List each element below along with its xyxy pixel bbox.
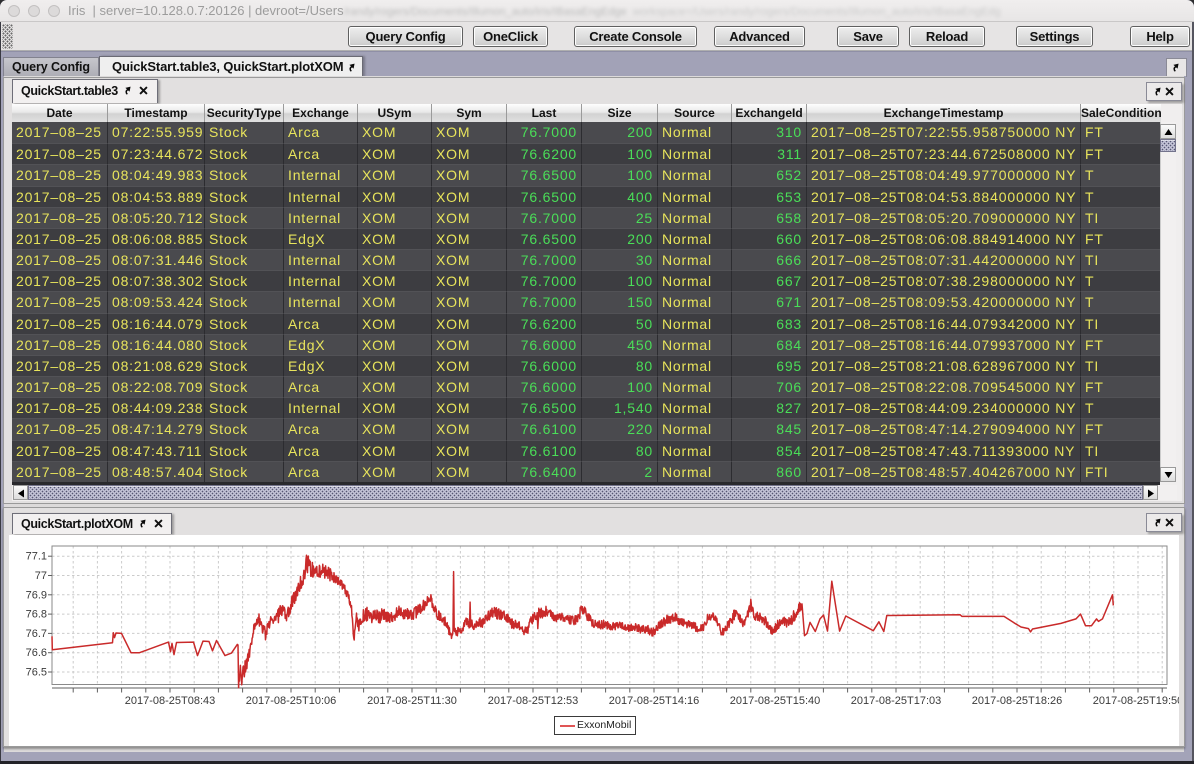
svg-text:2017-08-25T11:30: 2017-08-25T11:30: [367, 695, 457, 707]
svg-text:76.8: 76.8: [26, 609, 47, 621]
svg-text:77.1: 77.1: [26, 551, 47, 563]
svg-text:2017-08-25T19:50: 2017-08-25T19:50: [1093, 695, 1179, 707]
svg-text:2017-08-25T08:43: 2017-08-25T08:43: [125, 695, 216, 707]
svg-text:2017-08-25T10:06: 2017-08-25T10:06: [246, 695, 337, 707]
svg-text:76.9: 76.9: [26, 589, 47, 601]
svg-text:2017-08-25T18:26: 2017-08-25T18:26: [972, 695, 1063, 707]
svg-text:2017-08-25T17:03: 2017-08-25T17:03: [851, 695, 942, 707]
svg-text:2017-08-25T15:40: 2017-08-25T15:40: [730, 695, 821, 707]
svg-text:77: 77: [35, 570, 47, 582]
svg-text:76.5: 76.5: [26, 667, 47, 679]
svg-text:2017-08-25T12:53: 2017-08-25T12:53: [488, 695, 579, 707]
svg-text:2017-08-25T14:16: 2017-08-25T14:16: [609, 695, 700, 707]
svg-text:76.7: 76.7: [26, 628, 47, 640]
svg-text:76.6: 76.6: [26, 647, 47, 659]
